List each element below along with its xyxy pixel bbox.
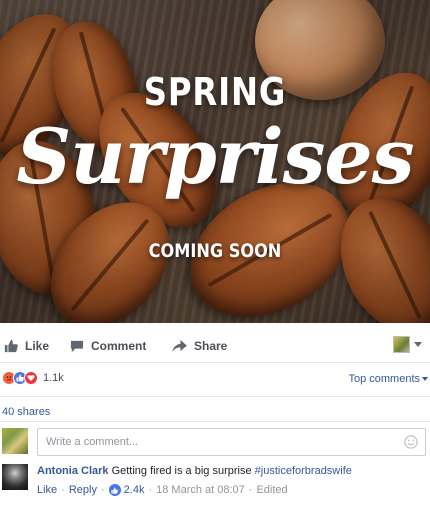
- hero-title-spring: SPRING: [143, 70, 287, 114]
- comment-item: Antonia Clark Getting fired is a big sur…: [37, 464, 427, 497]
- comment-like-count[interactable]: 2.4k: [124, 483, 145, 497]
- comment-button-label: Comment: [91, 339, 147, 353]
- comment-meta: Like · Reply · 2.4k · 18 March at 08:07 …: [37, 483, 427, 497]
- separator-dot: ·: [100, 484, 105, 496]
- divider: [0, 421, 430, 422]
- comment-hashtag[interactable]: #justiceforbradswife: [255, 465, 352, 477]
- smiley-icon[interactable]: [404, 435, 418, 452]
- post-image[interactable]: SPRING Surprises COMING SOON: [0, 0, 430, 323]
- chevron-down-icon: [414, 342, 422, 347]
- divider: [0, 396, 430, 397]
- comment-input[interactable]: [38, 429, 398, 455]
- share-arrow-icon: [172, 339, 187, 352]
- hero-subtitle: COMING SOON: [148, 240, 282, 262]
- divider: [0, 362, 430, 363]
- comment-author[interactable]: Antonia Clark: [37, 465, 109, 477]
- shares-count-link[interactable]: 40 shares: [2, 406, 50, 418]
- comment-edited-label[interactable]: Edited: [256, 483, 287, 497]
- separator-dot: ·: [148, 484, 153, 496]
- comment-like-link[interactable]: Like: [37, 483, 57, 497]
- post-as-selector[interactable]: [393, 336, 422, 353]
- top-comments-label: Top comments: [348, 373, 420, 385]
- reaction-count: 1.1k: [43, 372, 64, 384]
- current-user-avatar: [2, 428, 28, 454]
- like-button[interactable]: Like: [4, 339, 49, 353]
- love-reaction-icon: [24, 371, 38, 385]
- like-reaction-icon: [108, 484, 121, 496]
- reactions-summary[interactable]: 1.1k: [2, 371, 64, 385]
- viewer-avatar: [393, 336, 410, 353]
- separator-dot: ·: [61, 484, 65, 496]
- separator-dot: ·: [248, 484, 253, 496]
- comment-button[interactable]: Comment: [70, 339, 146, 353]
- comment-reply-link[interactable]: Reply: [69, 483, 97, 497]
- thumbs-up-icon: [4, 339, 18, 353]
- comment-timestamp[interactable]: 18 March at 08:07: [156, 483, 245, 497]
- comment-text: Getting fired is a big surprise: [111, 465, 252, 477]
- speech-bubble-icon: [70, 340, 84, 352]
- chevron-down-icon: [422, 377, 428, 381]
- comment-input-box[interactable]: [37, 428, 426, 456]
- share-button[interactable]: Share: [172, 339, 227, 353]
- share-button-label: Share: [194, 339, 228, 353]
- top-comments-dropdown[interactable]: Top comments: [348, 373, 428, 385]
- hero-title-surprises: Surprises: [16, 112, 414, 201]
- like-button-label: Like: [25, 339, 50, 353]
- post-action-bar: Like Comment Share: [0, 333, 430, 361]
- commenter-avatar[interactable]: [2, 464, 28, 490]
